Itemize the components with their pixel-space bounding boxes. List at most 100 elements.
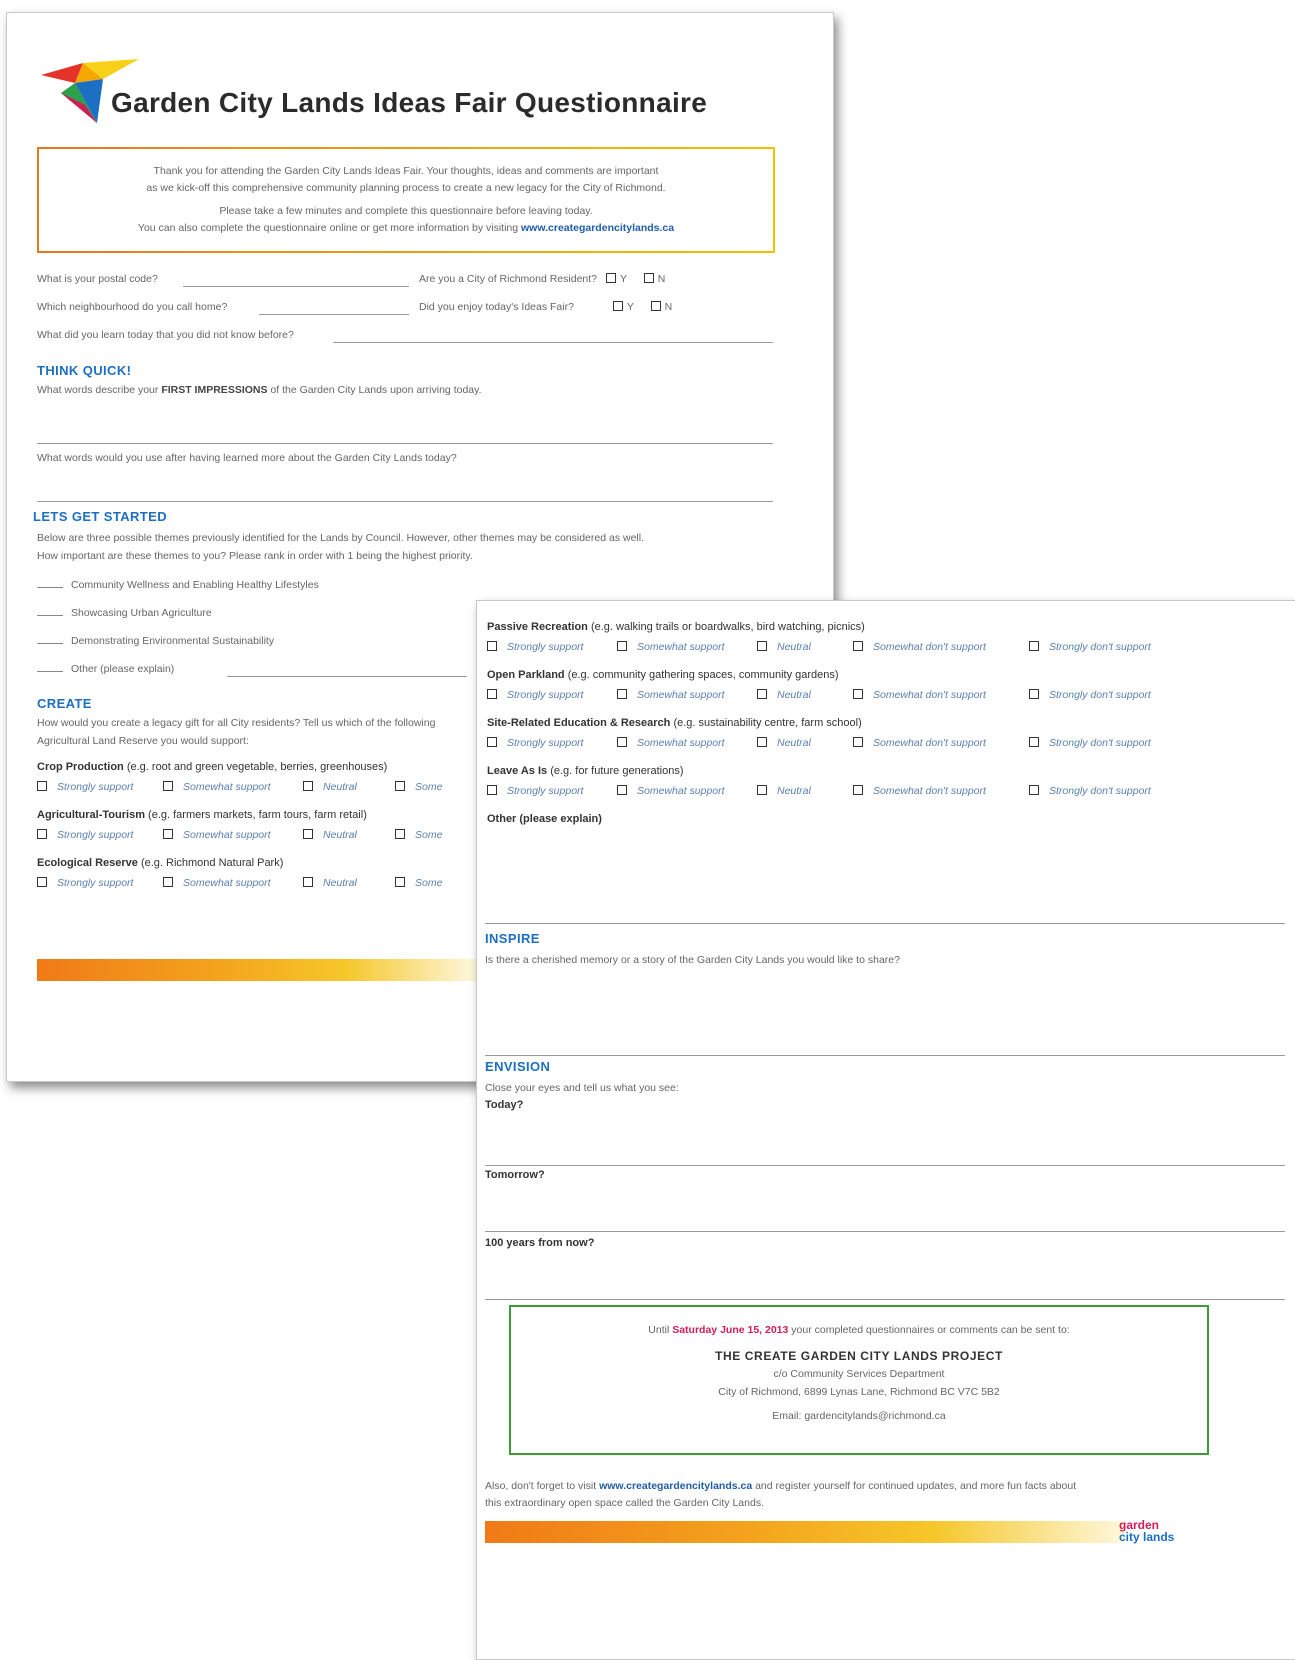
footer-color-bar <box>485 1521 1125 1543</box>
website-link[interactable]: www.creategardencitylands.ca <box>521 222 674 234</box>
deadline-line: Until Saturday June 15, 2013 your comple… <box>648 1324 1070 1336</box>
support-checkbox[interactable] <box>617 689 627 699</box>
inspire-heading: INSPIRE <box>485 931 540 946</box>
hundred-years-label: 100 years from now? <box>485 1237 595 1249</box>
support-checkbox[interactable] <box>487 641 497 651</box>
intro-line-4: You can also complete the questionnaire … <box>137 222 675 234</box>
contact-email[interactable]: Email: gardencitylands@richmond.ca <box>511 1407 1207 1425</box>
learn-label: What did you learn today that you did no… <box>37 329 294 341</box>
rank-item[interactable]: Demonstrating Environmental Sustainabili… <box>37 635 274 647</box>
support-checkbox[interactable] <box>1029 689 1039 699</box>
other-explain-label: Other (please explain) <box>487 813 602 825</box>
deadline-date: Saturday June 15, 2013 <box>672 1324 789 1336</box>
create-heading: CREATE <box>37 696 92 711</box>
support-checkbox[interactable] <box>487 737 497 747</box>
support-checkbox[interactable] <box>487 689 497 699</box>
project-name: THE CREATE GARDEN CITY LANDS PROJECT <box>715 1349 1003 1363</box>
resident-yes-checkbox[interactable] <box>605 273 616 283</box>
support-checkbox[interactable] <box>757 737 767 747</box>
resident-question: Are you a City of Richmond Resident? Y N <box>419 273 666 285</box>
footer-line-1: Also, don't forget to visit www.createga… <box>485 1480 1077 1492</box>
submission-info-box: Until Saturday June 15, 2013 your comple… <box>509 1305 1209 1455</box>
support-checkbox[interactable] <box>303 781 313 791</box>
intro-line-2: as we kick-off this comprehensive commun… <box>146 182 666 194</box>
learn-field[interactable] <box>333 342 773 343</box>
neighbourhood-field[interactable] <box>259 314 409 315</box>
today-label: Today? <box>485 1099 524 1111</box>
support-checkbox[interactable] <box>1029 785 1039 795</box>
envision-heading: ENVISION <box>485 1059 551 1074</box>
rank-item[interactable]: Community Wellness and Enabling Healthy … <box>37 579 319 591</box>
intro-line-3: Please take a few minutes and complete t… <box>219 205 593 217</box>
hundred-years-field[interactable] <box>485 1299 1285 1300</box>
theme-label: Ecological Reserve (e.g. Richmond Natura… <box>37 857 284 869</box>
envision-prompt: Close your eyes and tell us what you see… <box>485 1082 679 1094</box>
rank-item[interactable]: Showcasing Urban Agriculture <box>37 607 212 619</box>
theme-label: Agricultural-Tourism (e.g. farmers marke… <box>37 809 367 821</box>
first-impressions-field[interactable] <box>37 443 773 444</box>
support-checkbox[interactable] <box>617 737 627 747</box>
footer-website-link[interactable]: www.creategardencitylands.ca <box>599 1480 752 1492</box>
support-options: Strongly support Somewhat support Neutra… <box>37 829 477 845</box>
lets-get-started-heading: LETS GET STARTED <box>33 509 167 524</box>
support-checkbox[interactable] <box>395 877 405 887</box>
support-checkbox[interactable] <box>163 829 173 839</box>
support-checkbox[interactable] <box>303 877 313 887</box>
support-checkbox[interactable] <box>853 641 863 651</box>
enjoy-yes-checkbox[interactable] <box>612 301 623 311</box>
intro-line-1: Thank you for attending the Garden City … <box>153 165 659 177</box>
support-checkbox[interactable] <box>395 781 405 791</box>
support-checkbox[interactable] <box>1029 737 1039 747</box>
create-intro-line-1: How would you create a legacy gift for a… <box>37 717 436 729</box>
support-checkbox[interactable] <box>37 877 47 887</box>
inspire-question: Is there a cherished memory or a story o… <box>485 954 900 966</box>
support-checkbox[interactable] <box>757 689 767 699</box>
support-checkbox[interactable] <box>757 641 767 651</box>
support-checkbox[interactable] <box>617 641 627 651</box>
intro-box: Thank you for attending the Garden City … <box>37 147 775 253</box>
other-theme-field[interactable] <box>227 676 467 677</box>
footer-line-2: this extraordinary open space called the… <box>485 1497 764 1509</box>
support-checkbox[interactable] <box>1029 641 1039 651</box>
support-options: Strongly support Somewhat support Neutra… <box>37 877 477 893</box>
support-checkbox[interactable] <box>853 737 863 747</box>
themes-intro-line-2: How important are these themes to you? P… <box>37 550 473 562</box>
today-field[interactable] <box>485 1165 1285 1166</box>
support-checkbox[interactable] <box>853 785 863 795</box>
theme-label: Crop Production (e.g. root and green veg… <box>37 761 388 773</box>
postal-code-field[interactable] <box>183 286 409 287</box>
create-intro-line-2: Agricultural Land Reserve you would supp… <box>37 735 249 747</box>
themes-intro-line-1: Below are three possible themes previous… <box>37 532 644 544</box>
footer-color-bar <box>37 959 477 981</box>
questionnaire-page-2: Passive Recreation (e.g. walking trails … <box>476 600 1295 1660</box>
theme-label: Passive Recreation (e.g. walking trails … <box>487 621 865 633</box>
support-checkbox[interactable] <box>163 781 173 791</box>
support-checkbox[interactable] <box>853 689 863 699</box>
support-checkbox[interactable] <box>487 785 497 795</box>
support-checkbox[interactable] <box>617 785 627 795</box>
other-explain-field[interactable] <box>485 923 1285 924</box>
postal-code-label: What is your postal code? <box>37 273 158 285</box>
support-checkbox[interactable] <box>37 829 47 839</box>
theme-label: Open Parkland (e.g. community gathering … <box>487 669 839 681</box>
rank-item[interactable]: Other (please explain) <box>37 663 174 675</box>
enjoy-no-checkbox[interactable] <box>650 301 661 311</box>
page-title: Garden City Lands Ideas Fair Questionnai… <box>111 87 708 118</box>
support-options: Strongly support Somewhat support Neutra… <box>37 781 477 797</box>
department: c/o Community Services Department <box>773 1368 945 1380</box>
support-checkbox[interactable] <box>163 877 173 887</box>
support-checkbox[interactable] <box>757 785 767 795</box>
resident-no-checkbox[interactable] <box>643 273 654 283</box>
mailing-address: City of Richmond, 6899 Lynas Lane, Richm… <box>718 1386 1000 1398</box>
support-checkbox[interactable] <box>303 829 313 839</box>
support-options: Strongly support Somewhat support Neutra… <box>487 641 1187 657</box>
tomorrow-field[interactable] <box>485 1231 1285 1232</box>
inspire-field[interactable] <box>485 1055 1285 1056</box>
support-checkbox[interactable] <box>37 781 47 791</box>
after-learning-field[interactable] <box>37 501 773 502</box>
support-options: Strongly support Somewhat support Neutra… <box>487 689 1187 705</box>
after-learning-question: What words would you use after having le… <box>37 452 457 464</box>
support-checkbox[interactable] <box>395 829 405 839</box>
first-impressions-question: What words describe your FIRST IMPRESSIO… <box>37 384 482 396</box>
theme-label: Leave As Is (e.g. for future generations… <box>487 765 684 777</box>
